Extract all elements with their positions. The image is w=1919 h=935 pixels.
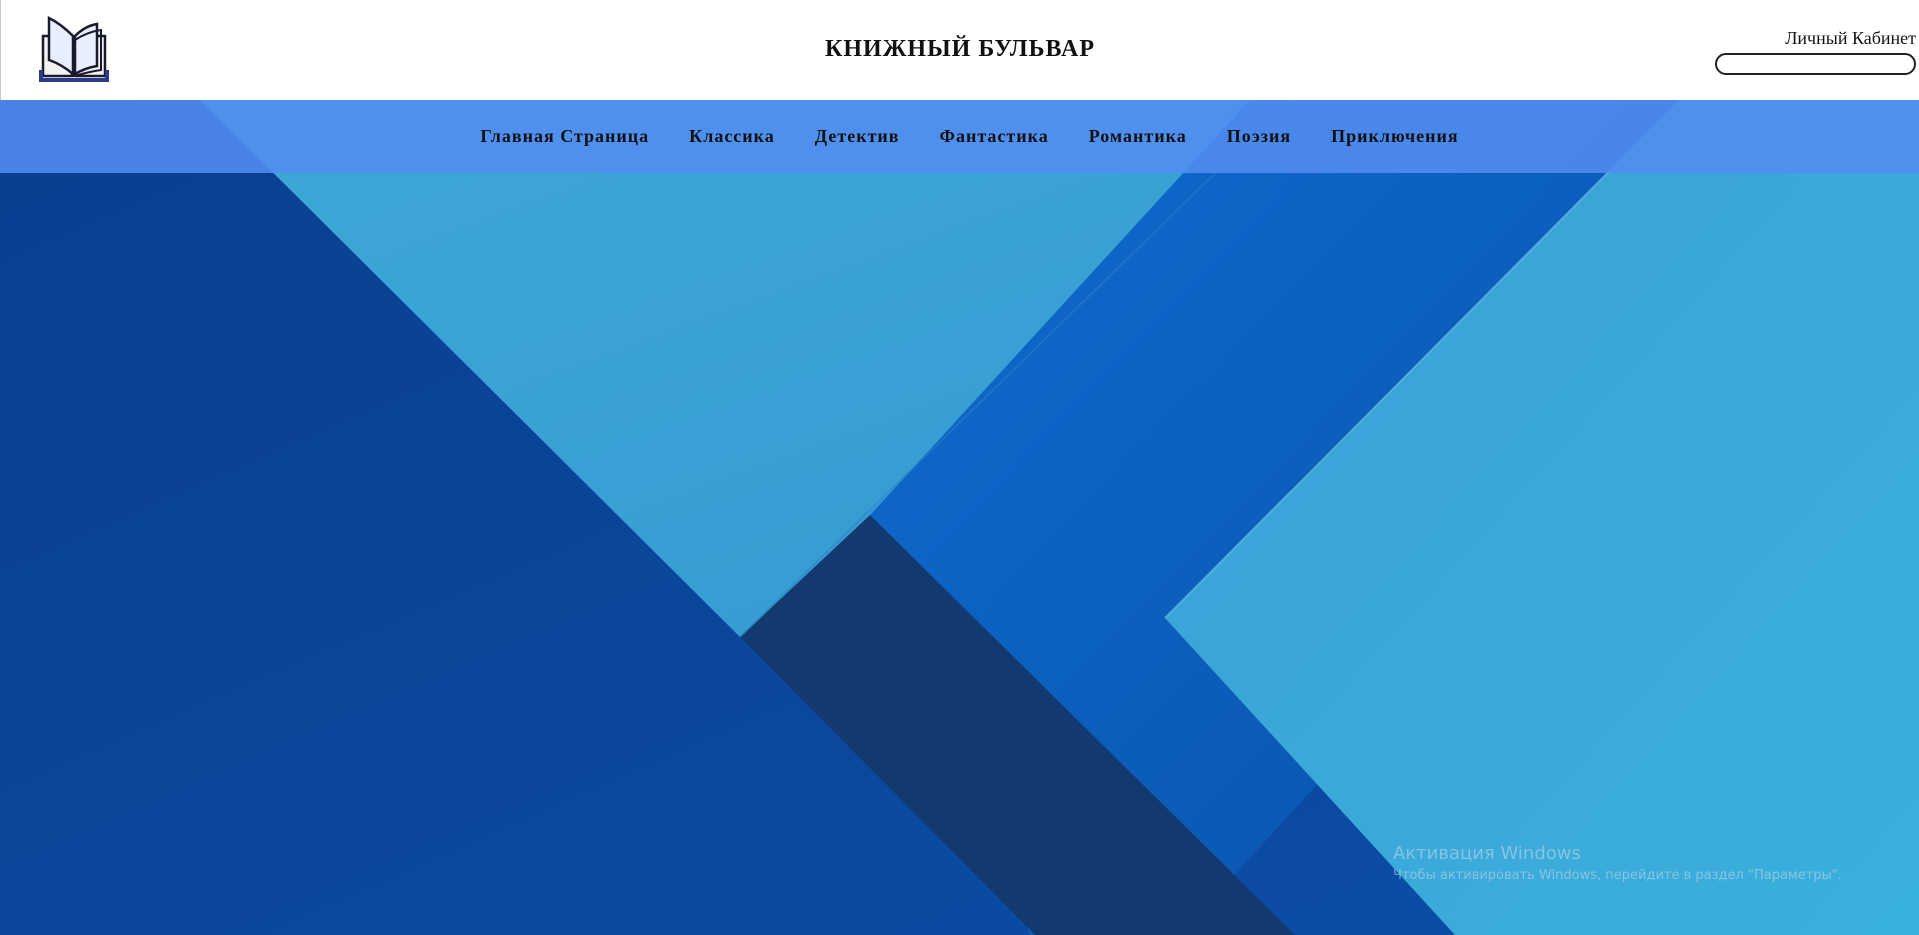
category-nav: Главная Страница Классика Детектив Фанта… (0, 100, 1919, 173)
watermark-title: Активация Windows (1393, 843, 1581, 864)
windows-activation-watermark: Активация Windows Чтобы активировать Win… (1393, 843, 1842, 883)
nav-item-home[interactable]: Главная Страница (480, 126, 649, 147)
site-header: КНИЖНЫЙ БУЛЬВАР Личный Кабинет (0, 0, 1919, 100)
nav-item-detective[interactable]: Детектив (815, 126, 900, 147)
nav-item-poetry[interactable]: Поэзия (1227, 126, 1291, 147)
nav-item-classics[interactable]: Классика (689, 126, 775, 147)
nav-item-fantasy[interactable]: Фантастика (940, 126, 1049, 147)
hero-background (0, 100, 1919, 935)
account-section: Личный Кабинет (1711, 28, 1916, 75)
nav-item-romance[interactable]: Романтика (1089, 126, 1187, 147)
account-input[interactable] (1715, 53, 1916, 75)
nav-item-adventure[interactable]: Приключения (1331, 126, 1459, 147)
account-link[interactable]: Личный Кабинет (1711, 28, 1916, 49)
watermark-subtitle: Чтобы активировать Windows, перейдите в … (1393, 868, 1842, 883)
site-title: КНИЖНЫЙ БУЛЬВАР (824, 36, 1096, 62)
hero-geometric-shapes (0, 100, 1919, 935)
